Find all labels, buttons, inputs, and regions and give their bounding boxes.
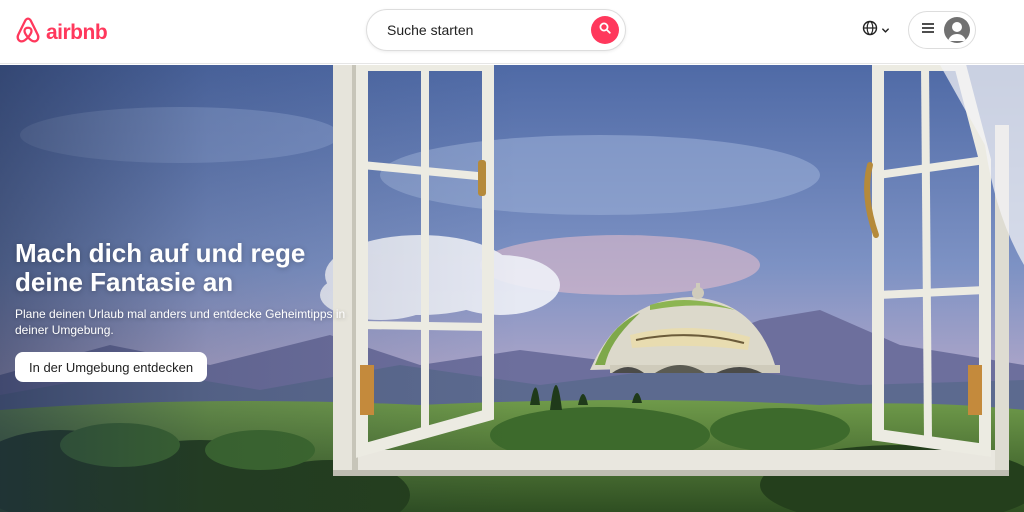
chevron-down-icon <box>881 22 890 40</box>
globe-icon <box>862 20 878 41</box>
user-menu-button[interactable] <box>908 11 976 49</box>
explore-nearby-button[interactable]: In der Umgebung entdecken <box>15 352 208 382</box>
hero-headline: Mach dich auf und rege deine Fantasie an <box>15 238 306 297</box>
search-bar[interactable]: Suche starten <box>366 9 626 51</box>
search-button[interactable] <box>591 16 619 44</box>
language-selector[interactable] <box>862 20 890 41</box>
search-icon <box>599 21 611 39</box>
hero-banner: Mach dich auf und rege deine Fantasie an… <box>0 65 1024 512</box>
user-avatar-icon <box>944 17 970 43</box>
top-navigation: airbnb Suche starten <box>0 0 1024 64</box>
hamburger-icon <box>921 21 935 39</box>
hero-subline: Plane deinen Urlaub mal anders und entde… <box>15 307 346 337</box>
logo-text: airbnb <box>46 20 108 44</box>
airbnb-belo-icon <box>14 15 42 50</box>
search-placeholder: Suche starten <box>387 22 474 38</box>
airbnb-logo[interactable]: airbnb <box>14 15 108 50</box>
